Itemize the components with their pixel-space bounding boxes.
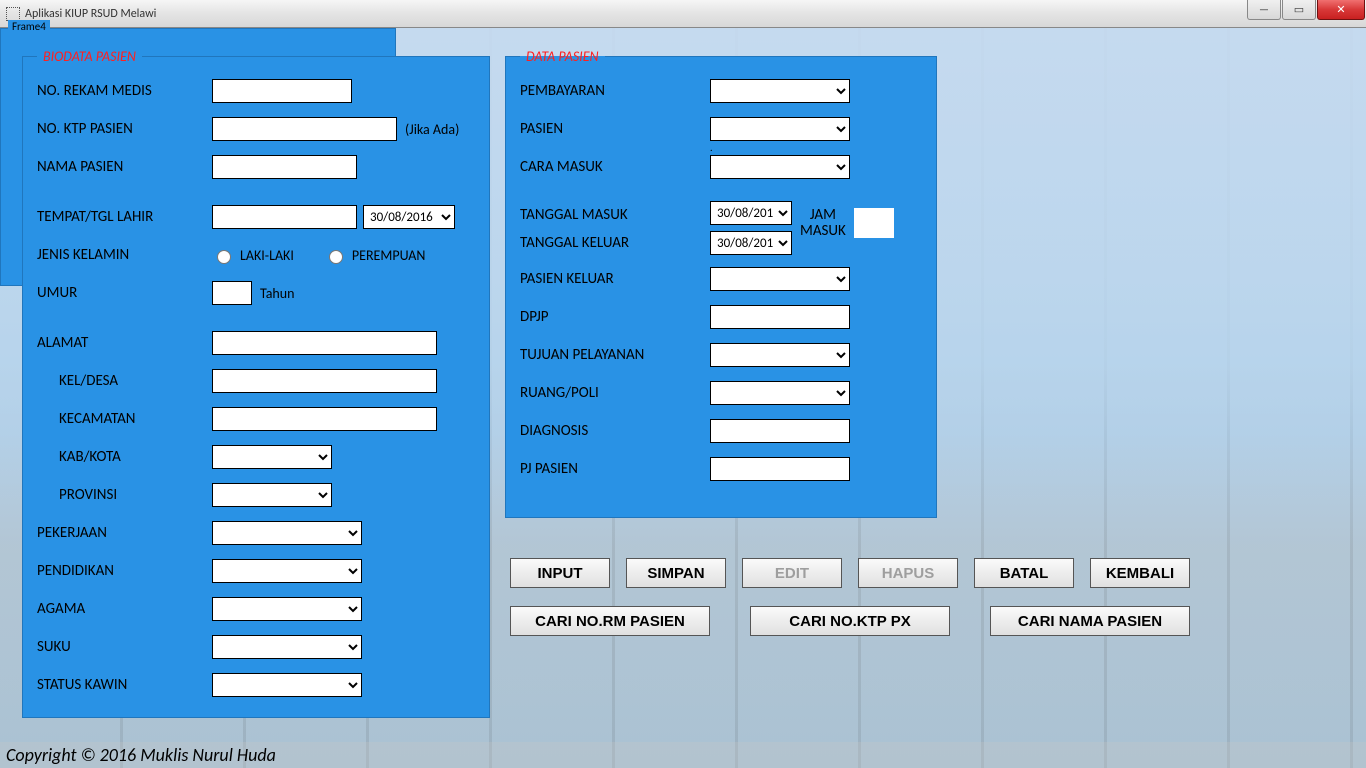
tgl-masuk-picker[interactable]: 30/08/2016 [710, 201, 792, 225]
tujuan-combo[interactable] [710, 343, 850, 367]
no-rekam-medis-label: NO. REKAM MEDIS [37, 82, 212, 100]
pasien-keluar-label: PASIEN KELUAR [520, 270, 710, 288]
jk-label: JENIS KELAMIN [37, 246, 212, 264]
no-ktp-label: NO. KTP PASIEN [37, 120, 212, 138]
umur-unit: Tahun [260, 285, 295, 302]
simpan-button[interactable]: SIMPAN [626, 558, 726, 588]
nama-label: NAMA PASIEN [37, 158, 212, 176]
diagnosis-input[interactable] [710, 419, 850, 443]
input-button[interactable]: INPUT [510, 558, 610, 588]
suku-label: SUKU [37, 638, 212, 656]
frame4-legend: Frame4 [8, 20, 50, 33]
ttl-label: TEMPAT/TGL LAHIR [37, 208, 212, 226]
pembayaran-combo[interactable] [710, 79, 850, 103]
dpjp-label: DPJP [520, 308, 710, 326]
alamat-label: ALAMAT [37, 334, 212, 352]
pekerjaan-label: PEKERJAAN [37, 524, 212, 542]
pasien-label: PASIEN [520, 120, 710, 138]
tgl-keluar-picker[interactable]: 30/08/2016 [710, 231, 792, 255]
tujuan-label: TUJUAN PELAYANAN [520, 346, 710, 364]
cara-masuk-label: CARA MASUK [520, 158, 710, 176]
biodata-panel: BIODATA PASIEN NO. REKAM MEDIS NO. KTP P… [22, 48, 490, 718]
umur-label: UMUR [37, 284, 212, 302]
umur-input[interactable] [212, 281, 252, 305]
cari-ktp-button[interactable]: CARI NO.KTP PX [750, 606, 950, 636]
close-button[interactable]: ✕ [1317, 0, 1365, 20]
pj-label: PJ PASIEN [520, 460, 710, 478]
kembali-button[interactable]: KEMBALI [1090, 558, 1190, 588]
kab-label: KAB/KOTA [37, 448, 212, 466]
pendidikan-label: PENDIDIKAN [37, 562, 212, 580]
pendidikan-combo[interactable] [212, 559, 362, 583]
minimize-button[interactable]: — [1247, 0, 1281, 20]
jam-masuk-input[interactable] [854, 208, 894, 238]
button-row-2: CARI NO.RM PASIEN CARI NO.KTP PX CARI NA… [510, 606, 1190, 636]
pasien-keluar-combo[interactable] [710, 267, 850, 291]
tgl-keluar-label: TANGGAL KELUAR [520, 229, 710, 257]
window-title: Aplikasi KIUP RSUD Melawi [25, 7, 156, 21]
kel-input[interactable] [212, 369, 437, 393]
ruang-label: RUANG/POLI [520, 384, 710, 402]
radio-laki-laki-label: LAKI-LAKI [240, 247, 294, 264]
window-controls: — ▭ ✕ [1247, 0, 1366, 20]
app-icon [6, 7, 20, 21]
tgl-masuk-label: TANGGAL MASUK [520, 201, 710, 229]
suku-combo[interactable] [212, 635, 362, 659]
edit-button: EDIT [742, 558, 842, 588]
pekerjaan-combo[interactable] [212, 521, 362, 545]
radio-perempuan-input[interactable] [329, 250, 343, 264]
cari-nama-button[interactable]: CARI NAMA PASIEN [990, 606, 1190, 636]
ruang-combo[interactable] [710, 381, 850, 405]
diagnosis-label: DIAGNOSIS [520, 422, 710, 440]
no-rekam-medis-input[interactable] [212, 79, 352, 103]
kel-label: KEL/DESA [37, 372, 212, 390]
batal-button[interactable]: BATAL [974, 558, 1074, 588]
datapasien-legend: DATA PASIEN [520, 48, 605, 65]
kec-input[interactable] [212, 407, 437, 431]
dpjp-input[interactable] [710, 305, 850, 329]
radio-perempuan[interactable]: PEREMPUAN [324, 247, 426, 264]
pasien-combo[interactable] [710, 117, 850, 141]
kec-label: KECAMATAN [37, 410, 212, 428]
maximize-button[interactable]: ▭ [1282, 0, 1316, 20]
jam-masuk-label: JAMMASUK [800, 207, 846, 239]
status-kawin-combo[interactable] [212, 673, 362, 697]
tempat-lahir-input[interactable] [212, 205, 357, 229]
content-area: BIODATA PASIEN NO. REKAM MEDIS NO. KTP P… [0, 28, 1366, 768]
tgl-lahir-picker[interactable]: 30/08/2016 [363, 205, 455, 229]
status-kawin-label: STATUS KAWIN [37, 676, 212, 694]
prov-combo[interactable] [212, 483, 332, 507]
radio-laki-laki[interactable]: LAKI-LAKI [212, 247, 294, 264]
pj-input[interactable] [710, 457, 850, 481]
biodata-legend: BIODATA PASIEN [37, 48, 142, 65]
nama-input[interactable] [212, 155, 357, 179]
button-row-1: INPUT SIMPAN EDIT HAPUS BATAL KEMBALI [510, 558, 1190, 588]
no-ktp-note: (Jika Ada) [405, 121, 459, 138]
radio-laki-laki-input[interactable] [217, 250, 231, 264]
copyright-label: Copyright © 2016 Muklis Nurul Huda [0, 742, 1366, 768]
no-ktp-input[interactable] [212, 117, 397, 141]
prov-label: PROVINSI [37, 486, 212, 504]
titlebar: Aplikasi KIUP RSUD Melawi — ▭ ✕ [0, 0, 1366, 28]
cari-rm-button[interactable]: CARI NO.RM PASIEN [510, 606, 710, 636]
pembayaran-label: PEMBAYARAN [520, 82, 710, 100]
kab-combo[interactable] [212, 445, 332, 469]
datapasien-panel: DATA PASIEN PEMBAYARAN PASIEN . CARA MAS… [505, 48, 937, 518]
agama-label: AGAMA [37, 600, 212, 618]
hapus-button: HAPUS [858, 558, 958, 588]
radio-perempuan-label: PEREMPUAN [352, 247, 426, 264]
alamat-input[interactable] [212, 331, 437, 355]
cara-masuk-combo[interactable] [710, 155, 850, 179]
agama-combo[interactable] [212, 597, 362, 621]
